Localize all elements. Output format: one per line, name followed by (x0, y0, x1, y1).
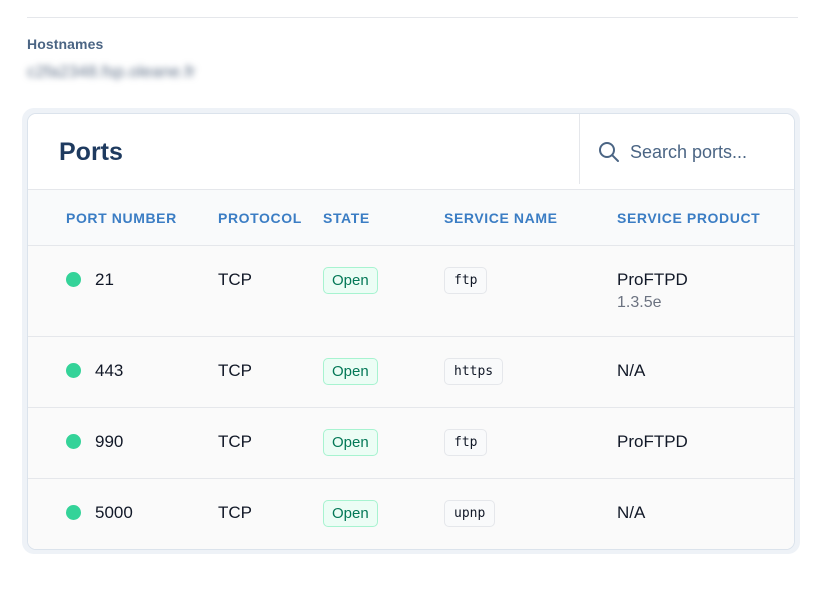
ports-card: Ports PORT NUMBER PROTOCOL STATE SERVICE… (27, 113, 795, 550)
table-row[interactable]: 443 TCP Open https N/A (28, 337, 794, 408)
column-header-service-product[interactable]: SERVICE PRODUCT (617, 210, 760, 226)
protocol: TCP (218, 270, 252, 289)
product-version: 1.3.5e (617, 294, 662, 311)
status-dot (66, 505, 81, 520)
table-row[interactable]: 5000 TCP Open upnp N/A (28, 479, 794, 549)
service-name: ftp (444, 267, 488, 294)
status-dot (66, 272, 81, 287)
ports-table: PORT NUMBER PROTOCOL STATE SERVICE NAME … (28, 190, 794, 549)
service-name: upnp (444, 500, 496, 527)
ports-card-header: Ports (28, 114, 794, 190)
state-badge: Open (323, 500, 378, 527)
search-box[interactable] (579, 114, 794, 184)
status-dot (66, 363, 81, 378)
state-badge: Open (323, 358, 378, 385)
search-icon (599, 142, 619, 162)
service-name: https (444, 358, 504, 385)
state-badge: Open (323, 429, 378, 456)
port-number: 990 (95, 432, 124, 451)
service-product: ProFTPD (617, 432, 688, 451)
protocol: TCP (218, 503, 252, 522)
table-header: PORT NUMBER PROTOCOL STATE SERVICE NAME … (28, 190, 794, 246)
service-name: ftp (444, 429, 488, 456)
service-product: N/A (617, 361, 646, 380)
service-product: ProFTPD 1.3.5e (617, 270, 688, 312)
status-dot (66, 434, 81, 449)
port-number: 5000 (95, 503, 133, 522)
protocol: TCP (218, 432, 252, 451)
column-header-state[interactable]: STATE (323, 210, 370, 226)
hostname-value[interactable]: c2fa2348.fsp.oleane.fr (27, 62, 195, 82)
protocol: TCP (218, 361, 252, 380)
port-number: 21 (95, 270, 114, 289)
column-header-protocol[interactable]: PROTOCOL (218, 210, 302, 226)
state-badge: Open (323, 267, 378, 294)
service-product: N/A (617, 503, 646, 522)
ports-title: Ports (59, 138, 123, 166)
search-input[interactable] (630, 139, 790, 165)
hostnames-section: Hostnames c2fa2348.fsp.oleane.fr (27, 36, 195, 82)
table-row[interactable]: 21 TCP Open ftp ProFTPD 1.3.5e (28, 246, 794, 337)
table-row[interactable]: 990 TCP Open ftp ProFTPD (28, 408, 794, 479)
port-number: 443 (95, 361, 124, 380)
hostnames-label: Hostnames (27, 36, 104, 52)
column-header-service-name[interactable]: SERVICE NAME (444, 210, 558, 226)
product-name: ProFTPD (617, 270, 688, 289)
top-divider (27, 17, 798, 18)
column-header-port-number[interactable]: PORT NUMBER (66, 210, 177, 226)
